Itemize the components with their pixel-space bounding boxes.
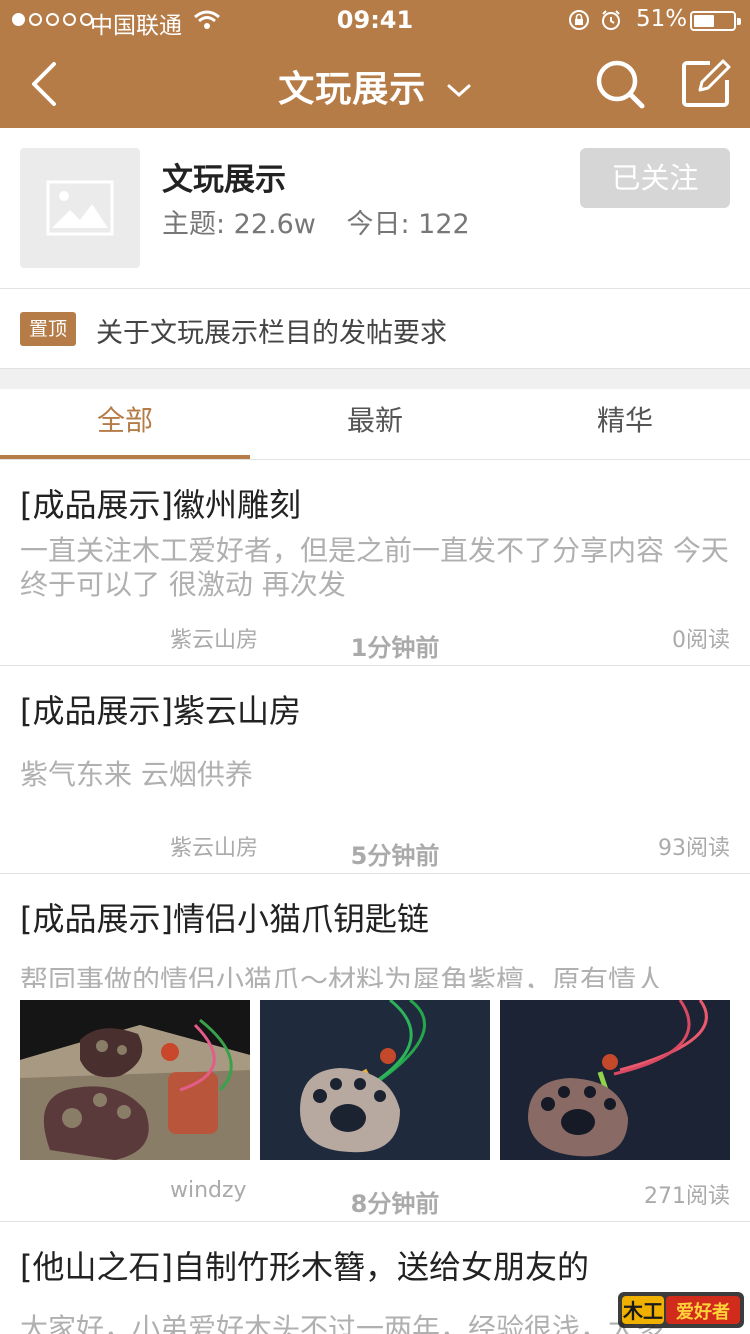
post-excerpt: 紫气东来 云烟供养 [20,758,253,791]
post-time: 8分钟前 [350,1190,440,1218]
pinned-title: 关于文玩展示栏目的发帖要求 [96,318,447,349]
post-author[interactable]: 紫云山房 [170,622,258,654]
search-icon[interactable] [594,58,646,110]
forum-stats: 主题: 22.6w 今日: 122 [162,202,492,241]
rotation-lock-icon [569,10,589,30]
top-bar: 中国联通 09:41 51% 文玩展示 [0,0,750,128]
forum-name: 文玩展示 [162,162,286,198]
topic-count: 主题: 22.6w [162,209,316,240]
post-excerpt: 一直关注木工爱好者，但是之前一直发不了分享内容 今天终于可以了 很激动 再次发 [20,534,729,601]
section-gap [0,369,750,389]
post-author[interactable]: windzy [170,1178,247,1203]
post-item[interactable]: [成品展示]徽州雕刻 一直关注木工爱好者，但是之前一直发不了分享内容 今天终于可… [0,460,750,665]
post-read-count: 0阅读 [672,628,730,653]
post-title: [他山之石]自制竹形木簪，送给女朋友的 [20,1248,589,1286]
post-image[interactable] [500,1000,730,1160]
tab-all[interactable]: 全部 [0,389,250,459]
post-read-count: 93阅读 [658,836,730,861]
post-excerpt: 帮同事做的情侣小猫爪～材料为犀角紫檀，原有情人 [20,964,665,988]
tab-bar: 全部 最新 精华 [0,389,750,459]
alarm-icon [602,10,620,30]
post-item[interactable]: [成品展示]紫云山房 紫气东来 云烟供养 5分钟前 紫云山房 93阅读 [0,666,750,873]
forum-avatar [20,148,140,268]
post-title: [成品展示]紫云山房 [20,692,301,730]
forum-header: 文玩展示 主题: 22.6w 今日: 122 已关注 [0,128,750,288]
follow-button[interactable]: 已关注 [580,148,730,208]
image-placeholder-icon [46,180,114,236]
status-bar: 中国联通 09:41 51% [0,0,750,40]
post-title: [成品展示]徽州雕刻 [20,486,301,524]
battery-percent: 51% [636,6,688,32]
svg-text:木工: 木工 [622,1299,663,1323]
post-read-count: 271阅读 [644,1184,730,1209]
watermark-logo: 木工 爱好者 [618,1292,744,1328]
post-time: 5分钟前 [350,842,440,870]
today-count: 今日: 122 [346,209,470,240]
pinned-post[interactable]: 置顶 关于文玩展示栏目的发帖要求 [0,289,750,369]
post-author[interactable]: 紫云山房 [170,830,258,862]
post-image[interactable] [260,1000,490,1160]
post-time: 1分钟前 [350,634,440,662]
tab-featured[interactable]: 精华 [500,389,750,459]
svg-text:爱好者: 爱好者 [676,1301,730,1323]
nav-title: 文玩展示 [278,69,427,110]
chevron-down-icon [447,84,471,98]
post-image[interactable] [20,1000,250,1160]
compose-icon[interactable] [680,58,732,110]
pinned-badge: 置顶 [20,312,76,346]
tab-latest[interactable]: 最新 [250,389,500,459]
post-title: [成品展示]情侣小猫爪钥匙链 [20,900,429,938]
battery-icon [690,11,741,31]
